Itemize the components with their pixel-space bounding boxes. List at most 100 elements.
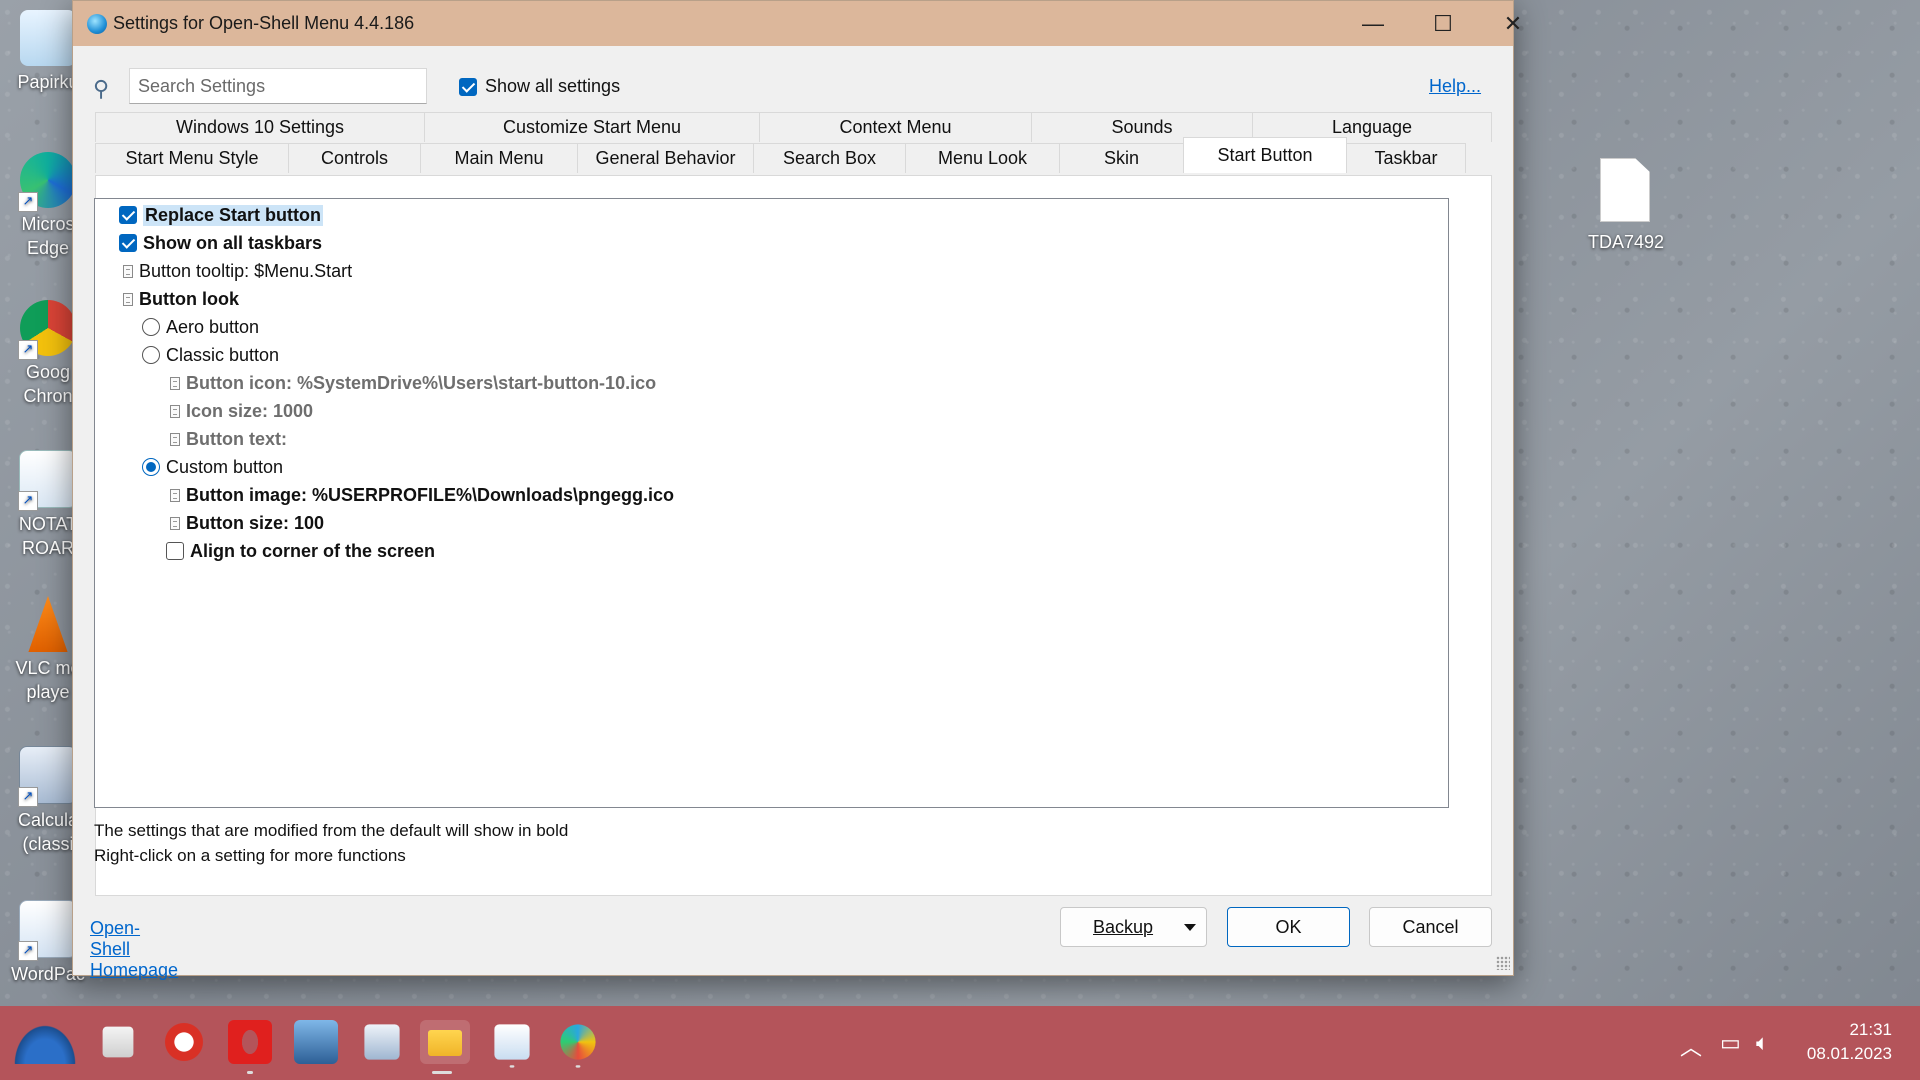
settings-tree[interactable]: Replace Start button Show on all taskbar… (94, 198, 1449, 808)
tab-windows-10-settings[interactable]: Windows 10 Settings (95, 112, 425, 142)
setting-show-on-all-taskbars[interactable]: Show on all taskbars (119, 230, 322, 256)
setting-button-tooltip[interactable]: Button tooltip: $Menu.Start (123, 258, 352, 284)
tab-general-behavior[interactable]: General Behavior (577, 143, 754, 173)
tab-start-menu-style[interactable]: Start Menu Style (95, 143, 289, 173)
checkbox-unchecked-icon (166, 542, 184, 560)
tab-row-bottom: Start Menu Style Controls Main Menu Gene… (95, 137, 1492, 173)
shortcut-arrow-icon: ↗ (18, 491, 38, 511)
calculator-icon[interactable] (364, 1024, 400, 1060)
setting-label: Replace Start button (143, 204, 324, 226)
shortcut-arrow-icon: ↗ (18, 787, 38, 807)
show-all-settings-checkbox[interactable]: Show all settings (459, 76, 620, 97)
running-indicator (432, 1071, 452, 1074)
tab-menu-look[interactable]: Menu Look (905, 143, 1060, 173)
setting-button-look[interactable]: Button look (123, 286, 239, 312)
open-shell-settings-icon[interactable] (560, 1024, 596, 1068)
help-link[interactable]: Help... (1429, 76, 1481, 97)
ok-button[interactable]: OK (1227, 907, 1350, 947)
running-indicator (575, 1065, 581, 1068)
setting-custom-button[interactable]: Custom button (142, 454, 283, 480)
remote-desktop-icon[interactable] (294, 1020, 338, 1064)
setting-label: Button icon: %SystemDrive%\Users\start-b… (186, 372, 657, 393)
setting-label: Button look (139, 288, 239, 309)
tab-search-box[interactable]: Search Box (753, 143, 906, 173)
document-icon (170, 432, 180, 446)
setting-label: Button text: (186, 428, 287, 449)
shortcut-arrow-icon: ↗ (18, 340, 38, 360)
checkbox-checked-icon (119, 234, 137, 252)
desktop-icon-label: Calcula (classi (17, 810, 79, 854)
tab-context-menu[interactable]: Context Menu (759, 112, 1032, 142)
dropdown-arrow-icon[interactable] (1184, 924, 1196, 931)
clock[interactable]: 21:31 08.01.2023 (1807, 1018, 1892, 1066)
wordpad-icon: ↗ (18, 900, 77, 961)
setting-button-size[interactable]: Button size: 100 (170, 510, 324, 536)
edge-icon: ↗ (18, 152, 76, 212)
clock-time: 21:31 (1849, 1020, 1892, 1039)
setting-label: Button image: %USERPROFILE%\Downloads\pn… (186, 484, 675, 505)
close-button[interactable]: ✕ (1478, 1, 1548, 46)
wordpad-icon[interactable] (494, 1024, 530, 1068)
setting-button-text[interactable]: Button text: (170, 426, 287, 452)
chevron-up-icon[interactable]: ︿ (1680, 1030, 1702, 1062)
task-view-icon[interactable] (102, 1026, 134, 1058)
tab-controls[interactable]: Controls (288, 143, 421, 173)
tab-start-button[interactable]: Start Button (1183, 137, 1347, 173)
tab-customize-start-menu[interactable]: Customize Start Menu (424, 112, 760, 142)
radio-checked-icon (142, 458, 160, 476)
checkbox-checked-icon (119, 206, 137, 224)
setting-icon-size[interactable]: Icon size: 1000 (170, 398, 313, 424)
minimize-button[interactable]: — (1338, 1, 1408, 46)
setting-label: Custom button (166, 456, 284, 477)
taskbar: ︿ ▭ 🔈︎ 21:31 08.01.2023 (0, 1006, 1920, 1080)
shortcut-arrow-icon: ↗ (18, 192, 38, 212)
desktop-icon-label: VLC me playe (15, 658, 81, 702)
setting-replace-start-button[interactable]: Replace Start button (119, 202, 324, 228)
tab-main-menu[interactable]: Main Menu (420, 143, 578, 173)
search-row: ⚲ Show all settings Help... (73, 68, 1513, 108)
tab-taskbar[interactable]: Taskbar (1346, 143, 1466, 173)
setting-label: Icon size: 1000 (186, 400, 314, 421)
document-icon (170, 488, 180, 502)
start-button-icon[interactable] (10, 1020, 80, 1064)
setting-aero-button[interactable]: Aero button (142, 314, 259, 340)
recycle-bin-icon (20, 10, 76, 66)
document-icon (123, 264, 133, 278)
setting-classic-button[interactable]: Classic button (142, 342, 279, 368)
window-title: Settings for Open-Shell Menu 4.4.186 (113, 13, 415, 33)
acrobat-reader-icon[interactable] (162, 1020, 206, 1064)
info-line-1: The settings that are modified from the … (94, 821, 569, 840)
search-icon: ⚲ (93, 76, 110, 101)
blank-file-icon (1600, 158, 1650, 222)
info-line-2: Right-click on a setting for more functi… (94, 846, 406, 865)
document-icon (170, 404, 180, 418)
setting-align-to-corner[interactable]: Align to corner of the screen (166, 538, 435, 564)
running-indicator (509, 1065, 515, 1068)
desktop-icon-label: NOTAT ROAR (18, 514, 78, 558)
calculator-icon: ↗ (18, 746, 77, 807)
document-icon (170, 516, 180, 530)
cancel-button[interactable]: Cancel (1369, 907, 1492, 947)
setting-label: Show on all taskbars (143, 232, 323, 253)
file-explorer-icon[interactable] (420, 1020, 470, 1074)
radio-unchecked-icon (142, 318, 160, 336)
desktop-icon-label: Goog Chron (23, 362, 73, 406)
setting-label: Align to corner of the screen (190, 540, 436, 561)
clock-date: 08.01.2023 (1806, 1044, 1892, 1063)
setting-label: Classic button (166, 344, 280, 365)
backup-button[interactable]: Backup (1060, 907, 1207, 947)
resize-grip[interactable] (1496, 956, 1510, 970)
title-bar[interactable]: Settings for Open-Shell Menu 4.4.186 — ☐… (73, 1, 1522, 46)
info-text: The settings that are modified from the … (94, 818, 568, 868)
maximize-button[interactable]: ☐ (1408, 1, 1478, 46)
setting-button-image[interactable]: Button image: %USERPROFILE%\Downloads\pn… (170, 482, 674, 508)
search-input[interactable] (129, 68, 427, 104)
network-icon[interactable]: ▭ (1720, 1030, 1741, 1056)
setting-label: Button size: 100 (186, 512, 325, 533)
open-shell-homepage-link[interactable]: Open-Shell Homepage (90, 918, 178, 981)
tab-skin[interactable]: Skin (1059, 143, 1184, 173)
opera-icon[interactable] (228, 1020, 272, 1074)
setting-button-icon[interactable]: Button icon: %SystemDrive%\Users\start-b… (170, 370, 656, 396)
checkbox-checked-icon (459, 77, 477, 96)
volume-icon[interactable]: 🔈︎ (1756, 1030, 1769, 1056)
